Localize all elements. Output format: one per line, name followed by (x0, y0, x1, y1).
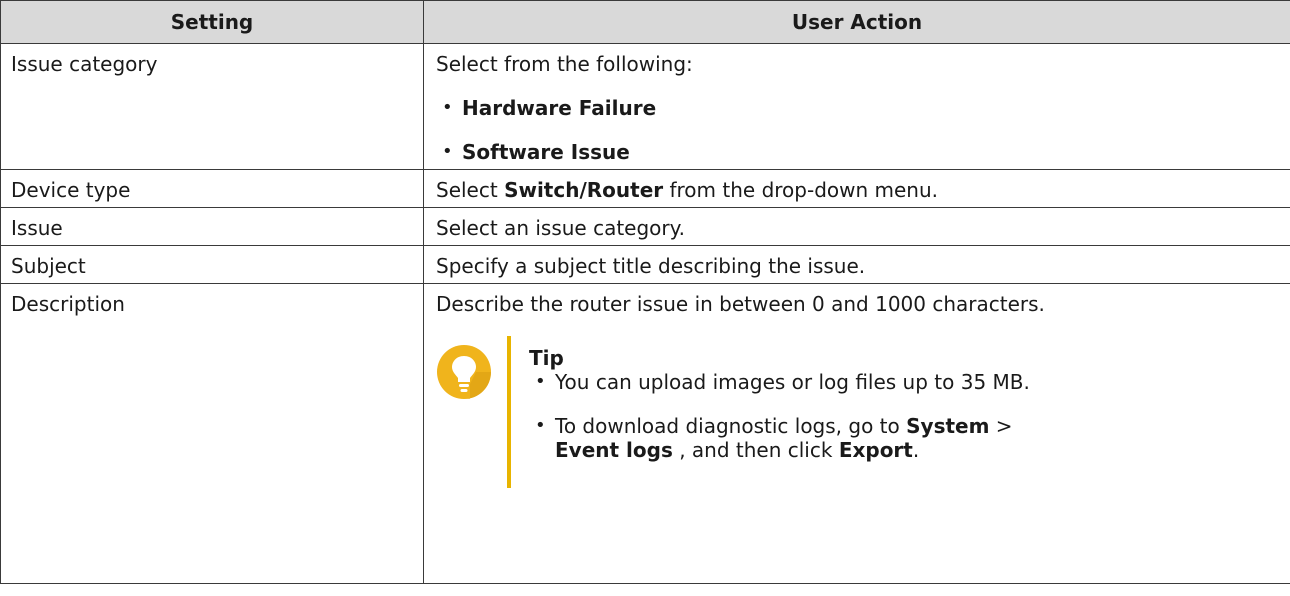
setting-cell: Issue category (0, 43, 424, 170)
action-device-prefix: Select (436, 178, 505, 202)
tip-item2-sep: > (989, 414, 1013, 438)
option-list: Hardware Failure Software Issue (436, 96, 1280, 164)
tip-accent-bar (507, 336, 511, 488)
tip-item-upload: You can upload images or log files up to… (555, 370, 1030, 394)
list-item: Hardware Failure (436, 96, 1280, 120)
table-row: Device type Select Switch/Router from th… (0, 169, 1290, 208)
tip-item2-export: Export (838, 438, 913, 462)
tip-item2-system: System (906, 414, 990, 438)
table-row: Issue category Select from the following… (0, 43, 1290, 170)
tip-list: You can upload images or log files up to… (529, 370, 1280, 462)
tip-title: Tip (529, 346, 564, 370)
setting-device-type: Device type (11, 178, 131, 202)
action-intro: Select from the following: (436, 52, 693, 76)
table-row: Issue Select an issue category. (0, 207, 1290, 246)
tip-item2-prefix: To download diagnostic logs, go to (555, 414, 907, 438)
setting-cell: Device type (0, 169, 424, 208)
table-header-row: Setting User Action (0, 0, 1290, 44)
action-subject: Specify a subject title describing the i… (436, 254, 866, 278)
tip-item2-event-logs: Event logs (555, 438, 673, 462)
table-row: Subject Specify a subject title describi… (0, 245, 1290, 284)
action-description: Describe the router issue in between 0 a… (436, 292, 1045, 316)
header-user-action: User Action (423, 0, 1290, 44)
action-cell: Select an issue category. (423, 207, 1290, 246)
setting-issue: Issue (11, 216, 63, 240)
list-item: Software Issue (436, 140, 1280, 164)
setting-cell: Description (0, 283, 424, 584)
action-cell: Specify a subject title describing the i… (423, 245, 1290, 284)
lightbulb-icon (437, 345, 491, 399)
header-setting: Setting (0, 0, 424, 44)
list-item: You can upload images or log files up to… (529, 370, 1280, 394)
settings-table: Setting User Action Issue category Selec… (0, 0, 1290, 584)
tip-item2-end: . (912, 438, 920, 462)
tip-content: Tip You can upload images or log files u… (529, 346, 1280, 482)
option-hardware-failure: Hardware Failure (462, 96, 657, 120)
action-cell: Select Switch/Router from the drop-down … (423, 169, 1290, 208)
list-item: To download diagnostic logs, go to Syste… (529, 414, 1280, 462)
action-cell: Describe the router issue in between 0 a… (423, 283, 1290, 584)
setting-subject: Subject (11, 254, 86, 278)
setting-cell: Issue (0, 207, 424, 246)
tip-item2-mid: , and then click (672, 438, 839, 462)
action-issue: Select an issue category. (436, 216, 685, 240)
setting-description: Description (11, 292, 125, 316)
setting-issue-category: Issue category (11, 52, 158, 76)
action-device-bold: Switch/Router (504, 178, 664, 202)
setting-cell: Subject (0, 245, 424, 284)
action-cell: Select from the following: Hardware Fail… (423, 43, 1290, 170)
tip-box: Tip You can upload images or log files u… (436, 336, 1280, 488)
action-device-suffix: from the drop-down menu. (663, 178, 939, 202)
option-software-issue: Software Issue (462, 140, 630, 164)
table-row: Description Describe the router issue in… (0, 283, 1290, 584)
